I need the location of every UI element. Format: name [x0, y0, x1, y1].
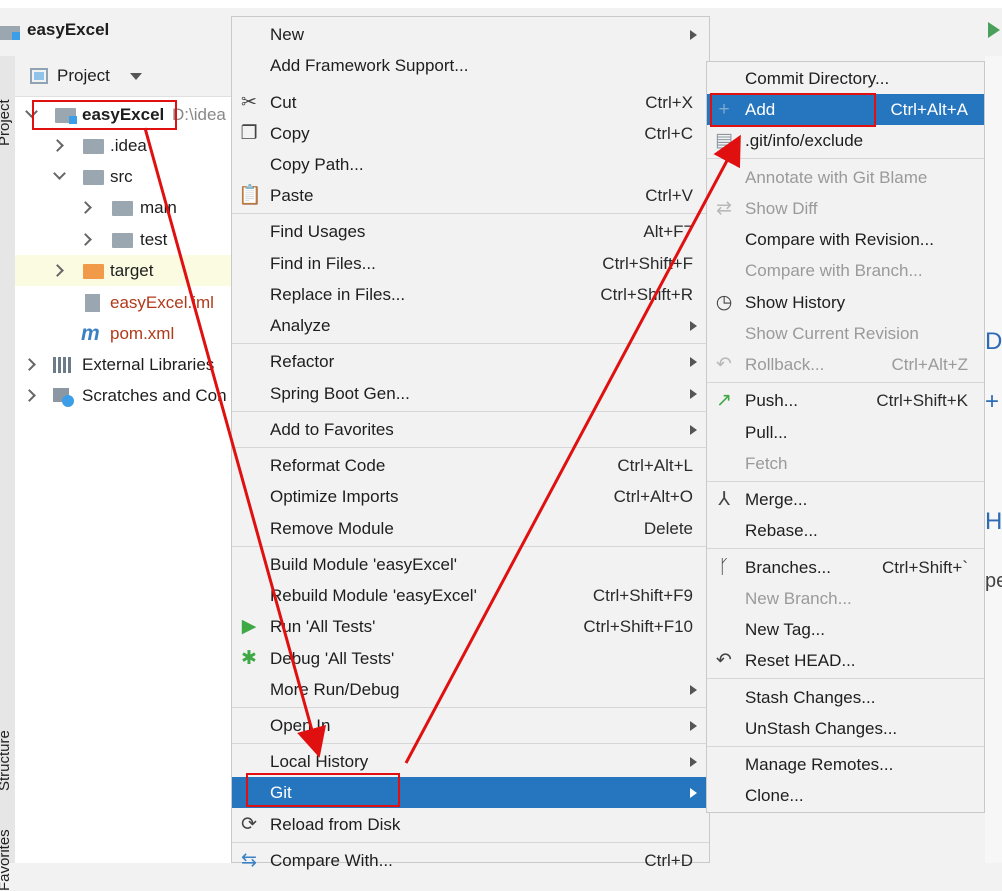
arrow-to-git — [143, 127, 327, 758]
annotation-arrows — [143, 127, 741, 764]
arrow-to-add — [404, 134, 741, 764]
